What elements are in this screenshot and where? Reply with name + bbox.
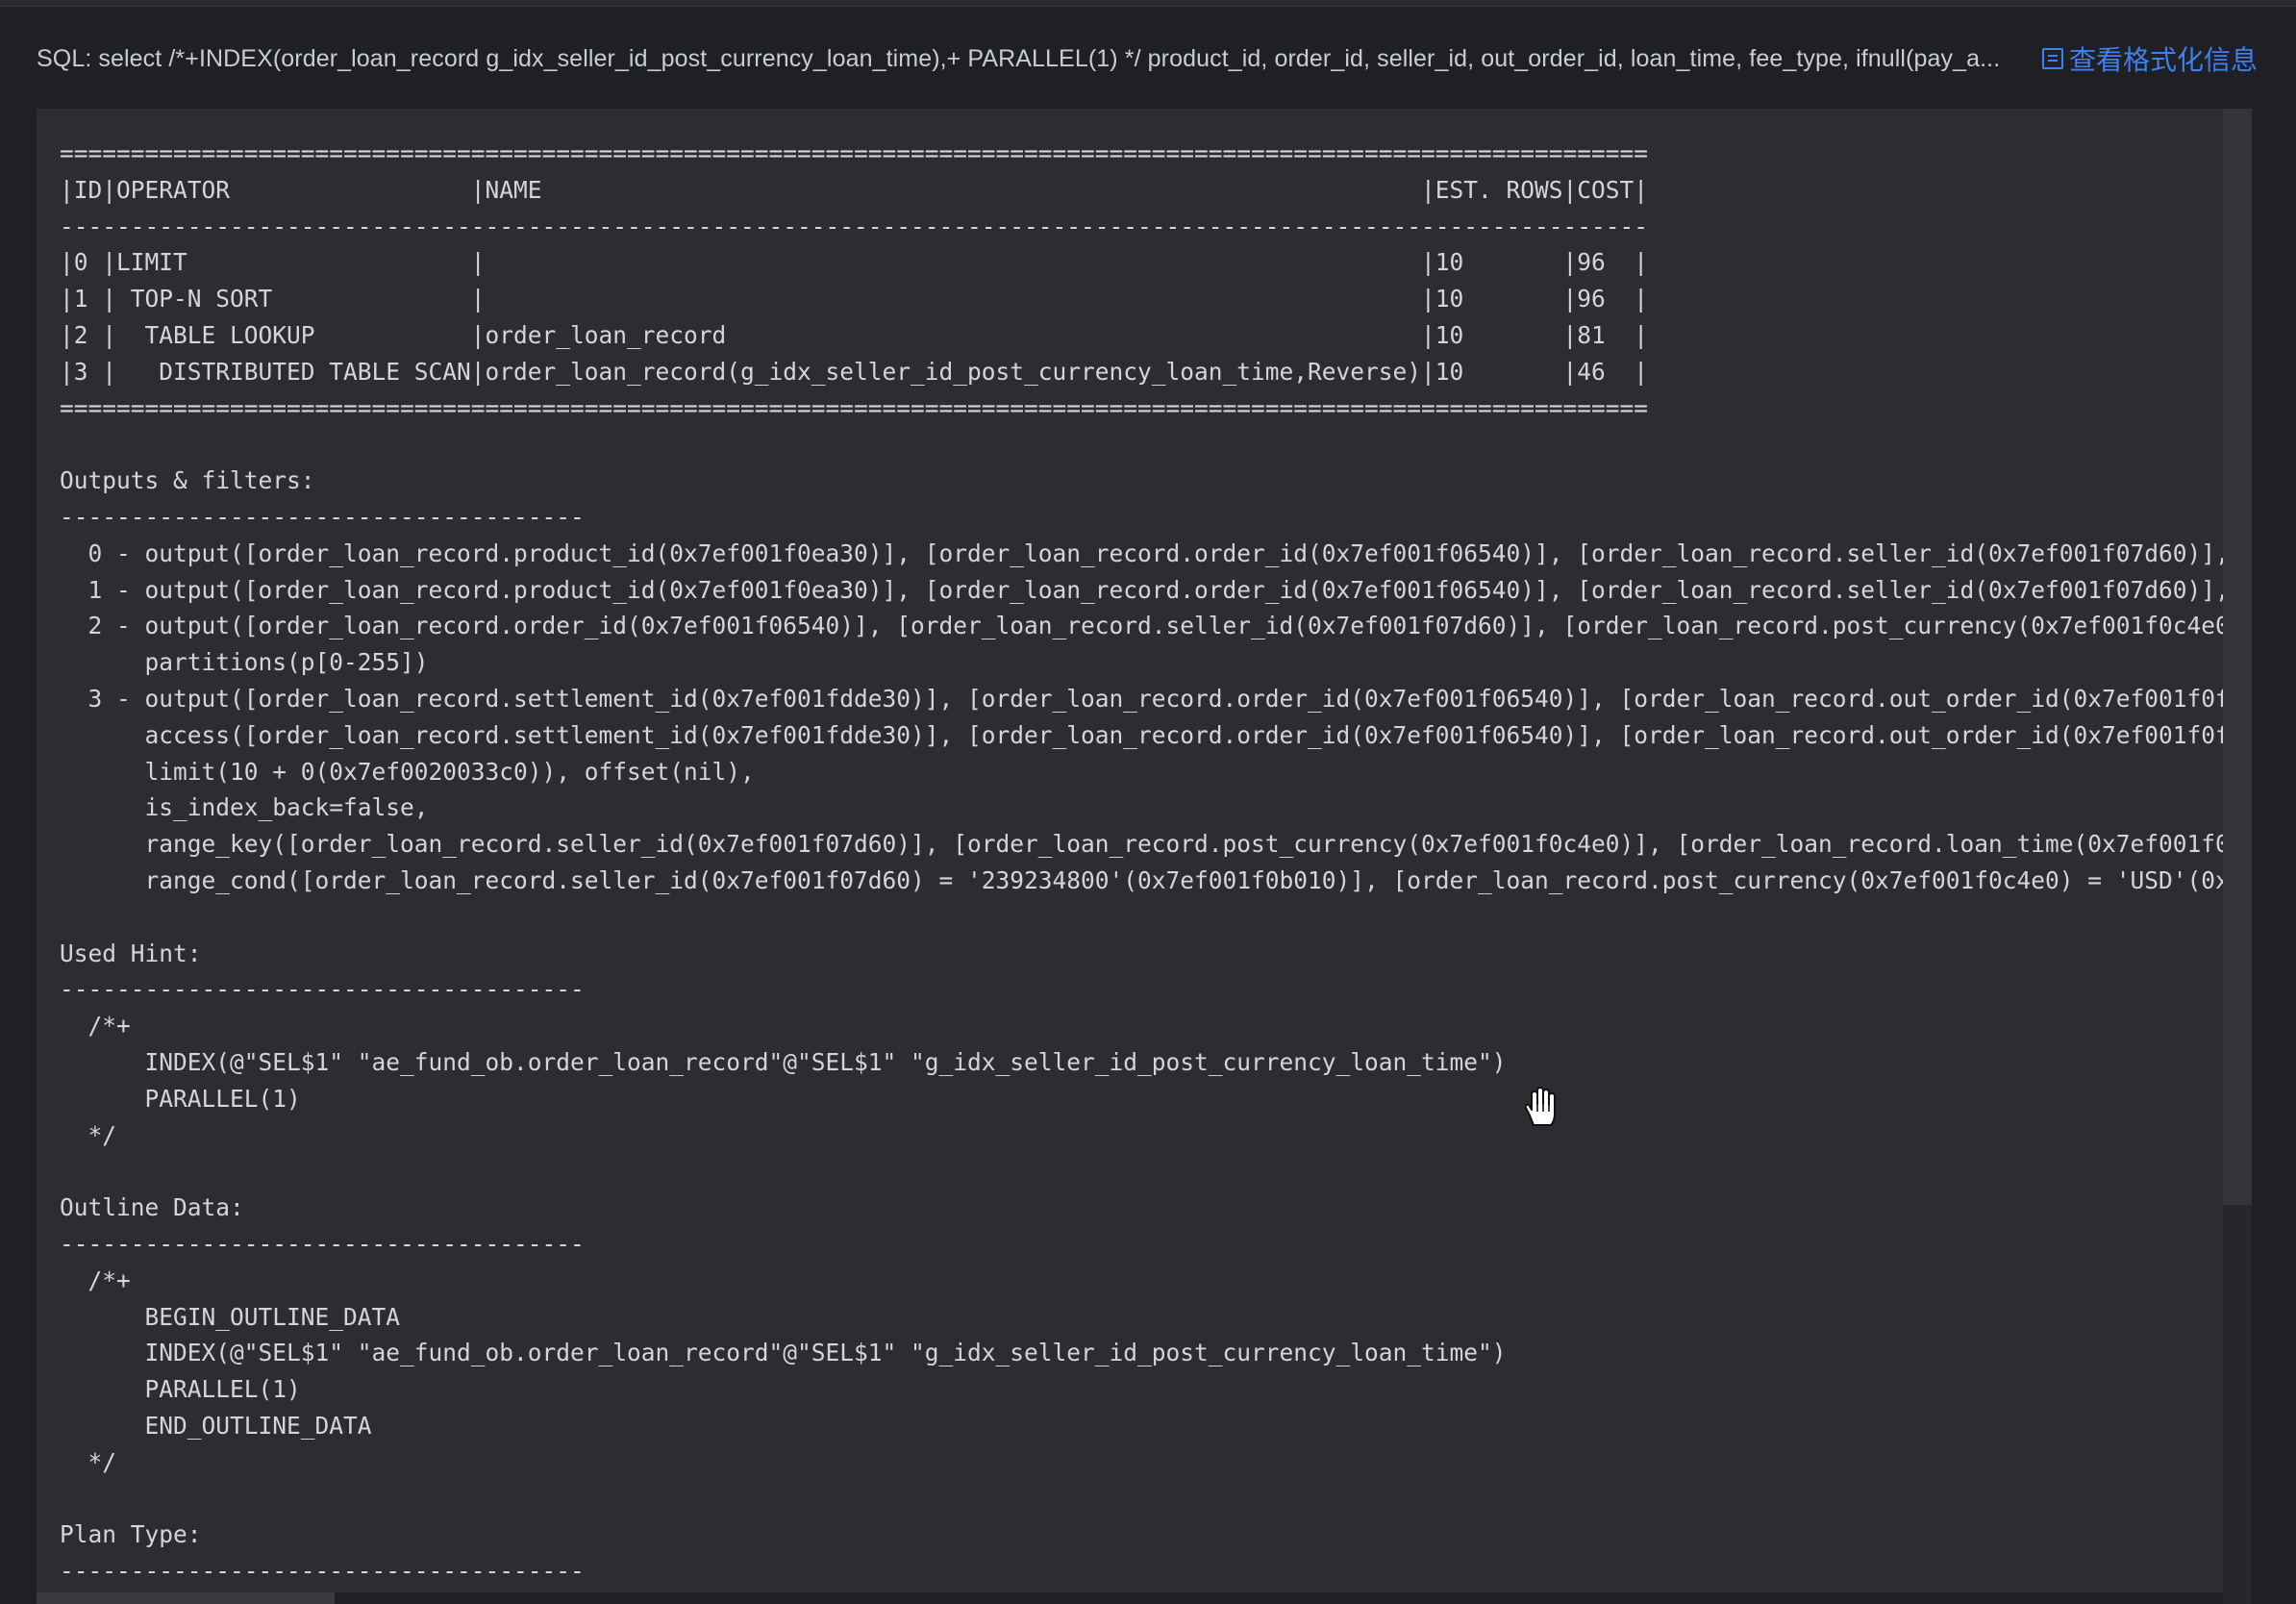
window-top-border — [0, 0, 2296, 7]
vertical-scrollbar-thumb[interactable] — [2223, 109, 2252, 1205]
hand-cursor-icon — [1524, 1087, 1556, 1126]
sql-header-bar: SQL: select /*+INDEX(order_loan_record g… — [37, 37, 2258, 81]
horizontal-scrollbar-thumb[interactable] — [37, 1592, 335, 1604]
execution-plan-panel[interactable]: ========================================… — [37, 109, 2252, 1604]
view-formatted-info-label: 查看格式化信息 — [2068, 45, 2258, 75]
format-list-icon — [2041, 48, 2063, 69]
vertical-scrollbar[interactable] — [2223, 109, 2252, 1604]
horizontal-scrollbar[interactable] — [37, 1592, 2223, 1604]
view-formatted-info-link[interactable]: 查看格式化信息 — [2041, 39, 2258, 78]
execution-plan-text: ========================================… — [60, 139, 2252, 1586]
sql-statement-text: SQL: select /*+INDEX(order_loan_record g… — [37, 44, 2001, 72]
